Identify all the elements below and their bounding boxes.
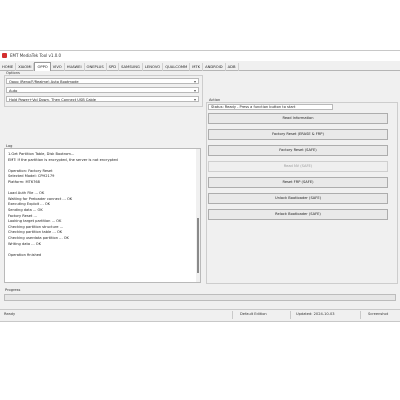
progress-label: Progress xyxy=(5,288,21,292)
log-line: Checking userdata partition ... OK xyxy=(8,236,69,240)
tab-oppo[interactable]: OPPO xyxy=(34,62,51,71)
action-button-5[interactable]: Reset FRP (SAFE) xyxy=(208,177,388,188)
log-line: Looking target partition ... OK xyxy=(8,219,62,224)
log-line: Operation: Factory Reset xyxy=(8,168,53,173)
tab-qualcomm[interactable]: QUALCOMM xyxy=(163,63,191,71)
action-button-6[interactable]: Unlock Bootloader (SAFE) xyxy=(208,193,388,204)
hint-select-value: Hold Power+Vol Down, Then Connect USB Ca… xyxy=(9,98,97,102)
status-edition: Default Edition xyxy=(240,312,267,316)
log-line: EMT: If the partition is encrypted, the … xyxy=(8,157,118,162)
log-line: 1.Get Partition Table, Disk Bootrom... xyxy=(8,152,75,156)
action-button-1[interactable]: Read Information xyxy=(208,113,388,124)
action-button-7[interactable]: Relock Bootloader (SAFE) xyxy=(208,209,388,220)
tab-vivo[interactable]: VIVO xyxy=(51,63,65,71)
log-line: Checking partition table ... OK xyxy=(8,230,63,235)
tab-mtk[interactable]: MTK xyxy=(190,63,204,71)
action-button-4: Read NV (SAFE) xyxy=(208,161,388,172)
log-line: Writing data ... OK xyxy=(8,241,41,246)
log-line: Selected Model: CPH2179 xyxy=(8,174,55,179)
app-logo-icon xyxy=(2,53,7,58)
log-line: Executing Exploit ... OK xyxy=(8,202,51,207)
action-button-3[interactable]: Factory Reset (SAFE) xyxy=(208,145,388,156)
log-scrollbar[interactable] xyxy=(196,149,200,282)
main-window: EMT MediaTek Tool v1.0.0 HOME XIAOMI OPPO V… xyxy=(0,50,400,322)
progress-bar xyxy=(4,294,396,301)
status-field[interactable]: Status: Ready - Press a function button … xyxy=(208,104,333,110)
window-title: EMT MediaTek Tool v1.0.0 xyxy=(10,53,62,58)
log-scroll-thumb[interactable] xyxy=(197,218,199,273)
log-line: Waiting for Preloader connect ... OK xyxy=(8,196,73,201)
log-output[interactable]: 1.Get Partition Table, Disk Bootrom... EM… xyxy=(4,148,201,283)
status-right: Screenshot xyxy=(368,312,389,316)
chevron-down-icon: ▾ xyxy=(193,88,196,93)
tab-huawei[interactable]: HUAWEI xyxy=(65,63,85,71)
mode-select[interactable]: Auto ▾ xyxy=(6,87,199,93)
tab-android[interactable]: ANDROID xyxy=(203,63,226,71)
status-left: Ready xyxy=(4,312,16,316)
model-select[interactable]: Oppo (Reno/F/Realme) Auto Bootmode ▾ xyxy=(6,78,199,84)
tab-home[interactable]: HOME xyxy=(0,63,17,71)
tab-samsung[interactable]: SAMSUNG xyxy=(119,63,143,71)
log-line: Sending data ... OK xyxy=(8,208,43,212)
action-button-2[interactable]: Factory Reset (ERASE & FRP) xyxy=(208,129,388,140)
tab-adb[interactable]: ADB xyxy=(226,63,239,71)
tab-strip: HOME XIAOMI OPPO VIVO HUAWEI ONEPLUS SPD SAMSUN… xyxy=(0,62,400,71)
tab-xiaomi[interactable]: XIAOMI xyxy=(16,63,35,71)
log-line: Operation finished xyxy=(8,252,42,257)
title-bar[interactable]: EMT MediaTek Tool v1.0.0 xyxy=(0,51,400,61)
chevron-down-icon: ▾ xyxy=(193,79,196,84)
log-line: Load Auth File ... OK xyxy=(8,191,45,196)
status-bar: Ready Default Edition Updated: 2024-10-0… xyxy=(0,309,400,321)
chevron-down-icon: ▾ xyxy=(193,97,196,102)
status-separator xyxy=(360,311,361,319)
model-select-value: Oppo (Reno/F/Realme) Auto Bootmode xyxy=(9,80,79,84)
status-separator xyxy=(232,311,233,319)
status-date: Updated: 2024-10-03 xyxy=(296,312,335,316)
tab-lenovo[interactable]: LENOVO xyxy=(143,63,164,71)
tab-spd[interactable]: SPD xyxy=(107,63,120,71)
tab-oneplus[interactable]: ONEPLUS xyxy=(85,63,107,71)
log-line: Factory Reset ... xyxy=(8,213,37,218)
mode-select-value: Auto xyxy=(9,89,18,93)
status-field-value: Status: Ready - Press a function button … xyxy=(211,105,296,109)
hint-select[interactable]: Hold Power+Vol Down, Then Connect USB Ca… xyxy=(6,96,199,102)
log-line: Platform: MT6768 xyxy=(8,180,40,184)
status-separator xyxy=(290,311,291,319)
log-line: Checking partition structure ... xyxy=(8,224,64,229)
